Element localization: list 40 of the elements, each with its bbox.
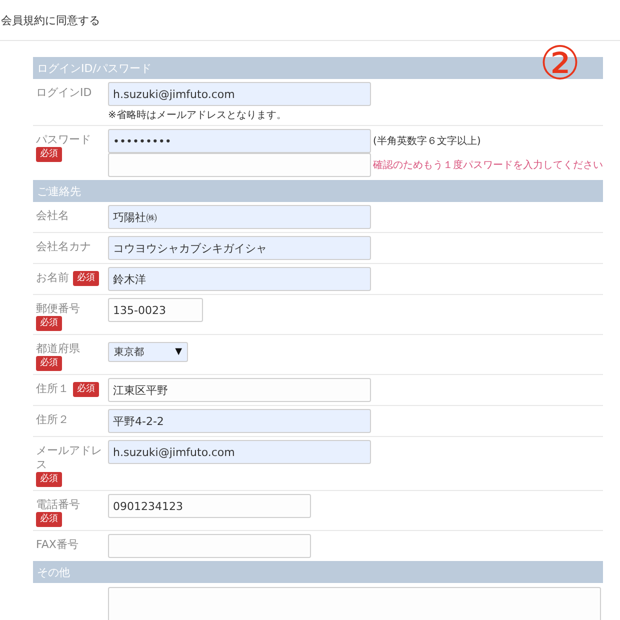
alert-text: 確認のためもう１度パスワードを入力してください bbox=[373, 158, 603, 172]
field-label: 都道府県 bbox=[36, 342, 80, 356]
required-badge: 必須 bbox=[36, 512, 62, 527]
hint-text: (半角英数字６文字以上) bbox=[373, 134, 481, 148]
prefecture-select[interactable]: 東京都 ▼ bbox=[108, 342, 188, 362]
input-field[interactable] bbox=[108, 534, 311, 558]
input-field[interactable]: 0901234123 bbox=[108, 494, 311, 518]
field-label: ログインID bbox=[36, 86, 92, 100]
input-field[interactable]: コウヨウシャカブシキガイシャ bbox=[108, 236, 371, 260]
field-label: 会社名 bbox=[36, 209, 69, 223]
input-field[interactable]: 平野4-2-2 bbox=[108, 409, 371, 433]
input-field[interactable]: 巧陽社㈱ bbox=[108, 205, 371, 229]
input-field[interactable]: h.suzuki@jimfuto.com bbox=[108, 82, 371, 106]
section-header: その他 bbox=[33, 561, 603, 583]
caret-icon: ▼ bbox=[175, 347, 182, 357]
field-label: 郵便番号 bbox=[36, 302, 80, 316]
field-label: 会社名カナ bbox=[36, 240, 91, 254]
field-label: 電話番号 bbox=[36, 498, 80, 512]
note-text: ※省略時はメールアドレスとなります。 bbox=[108, 108, 288, 122]
field-label: お名前 bbox=[36, 271, 69, 285]
field-label: FAX番号 bbox=[36, 538, 78, 552]
section-header: ご連絡先 bbox=[33, 180, 603, 202]
required-badge: 必須 bbox=[36, 316, 62, 331]
required-badge: 必須 bbox=[36, 147, 62, 162]
required-badge: 必須 bbox=[73, 271, 99, 286]
input-field[interactable]: h.suzuki@jimfuto.com bbox=[108, 440, 371, 464]
field-label: 住所１ bbox=[36, 382, 69, 396]
field-label: メールアドレス bbox=[36, 444, 102, 472]
required-badge: 必須 bbox=[36, 472, 62, 487]
required-badge: 必須 bbox=[73, 382, 99, 397]
step-number-annotation: ② bbox=[538, 38, 582, 88]
input-field[interactable]: 江東区平野 bbox=[108, 378, 371, 402]
field-label: 住所２ bbox=[36, 413, 69, 427]
field-label: パスワード bbox=[36, 133, 91, 147]
input-field[interactable]: ••••••••• bbox=[108, 129, 371, 153]
input-field[interactable]: 鈴木洋 bbox=[108, 267, 371, 291]
input-field[interactable]: 135-0023 bbox=[108, 298, 203, 322]
required-badge: 必須 bbox=[36, 356, 62, 371]
input-field[interactable] bbox=[108, 153, 371, 177]
agreement-text: 会員規約に同意する bbox=[1, 12, 100, 28]
